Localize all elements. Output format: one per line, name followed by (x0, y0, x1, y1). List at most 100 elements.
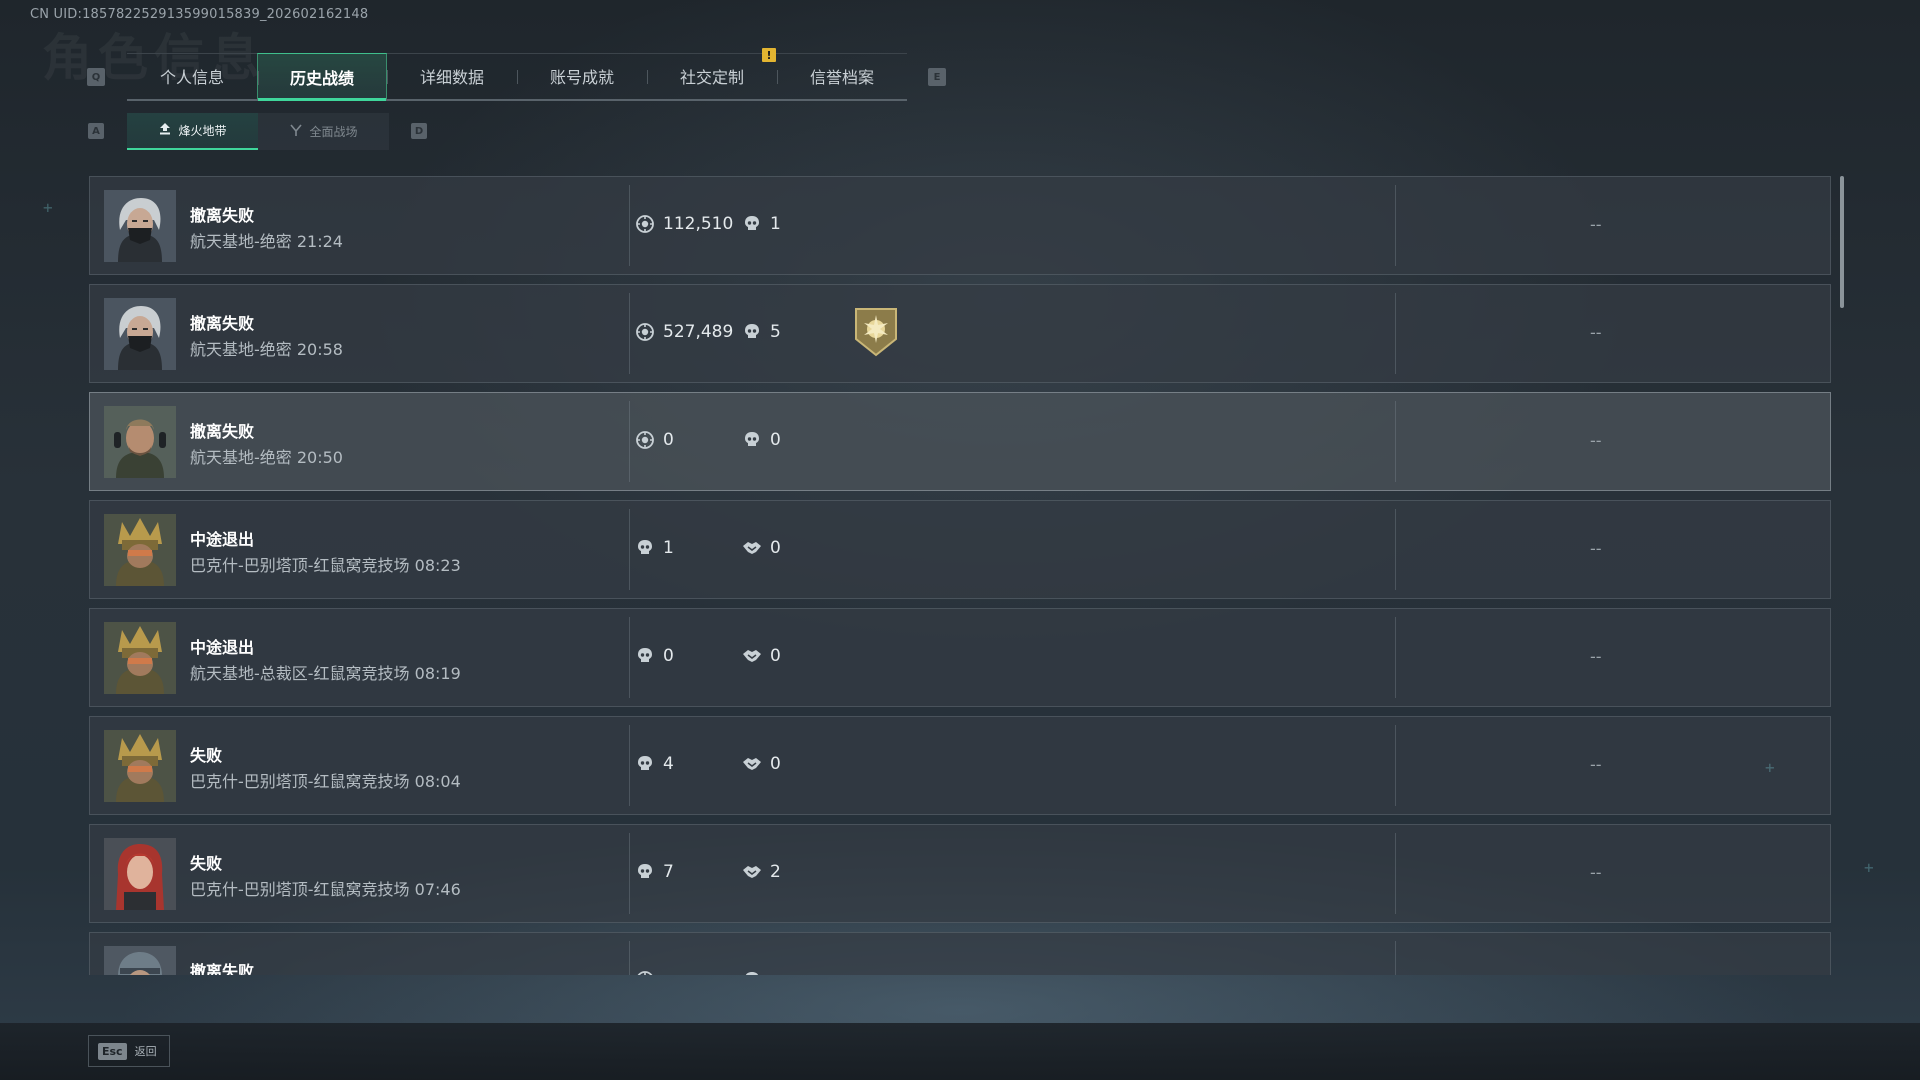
row-divider (1395, 833, 1396, 914)
operator-avatar (104, 730, 176, 802)
achievement-emblem-icon (852, 305, 900, 359)
match-extra-value: -- (1590, 215, 1602, 234)
prev-tab-key-hint[interactable]: Q (87, 68, 105, 86)
handshake-icon (742, 862, 762, 882)
tab-reputation[interactable]: 信誉档案 (777, 53, 907, 99)
row-divider (629, 509, 630, 590)
tab-achievements[interactable]: 账号成就 (517, 53, 647, 99)
stat-secondary: 0 (742, 646, 781, 666)
match-row[interactable]: 失败 巴克什-巴别塔顶-红鼠窝竞技场 08:04 4 0 -- (89, 716, 1831, 815)
stat-secondary (742, 970, 770, 975)
skull-icon (742, 430, 762, 450)
stat-primary: 0 (635, 430, 674, 450)
back-label: 返回 (134, 1045, 157, 1058)
tab-match-history[interactable]: 历史战绩 (257, 53, 387, 101)
prev-subtab-key-hint[interactable]: A (88, 123, 104, 139)
match-map-time: 航天基地-绝密 21:24 (190, 232, 343, 251)
operator-avatar (104, 298, 176, 370)
match-extra-value: -- (1590, 539, 1602, 558)
row-divider (1395, 185, 1396, 266)
match-row[interactable]: 失败 巴克什-巴别塔顶-红鼠窝竞技场 07:46 7 2 -- (89, 824, 1831, 923)
match-extra-value: -- (1590, 431, 1602, 450)
match-history-list[interactable]: 撤离失败 航天基地-绝密 21:24 112,510 1 -- 撤离失败 航天基地-绝密 2… (89, 176, 1831, 975)
skull-icon (742, 214, 762, 234)
match-result: 撤离失败 (190, 422, 255, 441)
list-scrollbar[interactable] (1840, 176, 1844, 308)
match-result: 中途退出 (190, 638, 255, 657)
stat-primary: 112,510 (635, 214, 733, 234)
match-map-time: 巴克什-巴别塔顶-红鼠窝竞技场 08:04 (190, 772, 461, 791)
handshake-icon (742, 646, 762, 666)
match-extra-value: -- (1590, 647, 1602, 666)
decor-crosshair-icon: + (1765, 758, 1775, 777)
stat-primary: 0 (635, 646, 674, 666)
match-result: 撤离失败 (190, 962, 255, 975)
match-row[interactable]: 中途退出航天基地-总裁区-红鼠窝竞技场 08:19 0 0 -- (89, 608, 1831, 707)
match-map-time: 巴克什-巴别塔顶-红鼠窝竞技场 07:46 (190, 880, 461, 899)
extraction-icon (158, 122, 172, 139)
stat-secondary: 2 (742, 862, 781, 882)
main-tab-bar: 个人信息 历史战绩 详细数据 账号成就 社交定制 信誉档案 (127, 53, 907, 101)
match-map-time: 航天基地-绝密 20:58 (190, 340, 343, 359)
stat-primary (635, 970, 663, 975)
handshake-icon (742, 754, 762, 774)
sub-tab-bar: 烽火地带 全面战场 (127, 113, 389, 150)
skull-icon (635, 538, 655, 558)
tab-social[interactable]: 社交定制 (647, 53, 777, 99)
stat-secondary-value: 5 (770, 322, 781, 342)
stat-secondary-value: 0 (770, 430, 781, 450)
match-map-time: 航天基地-总裁区-红鼠窝竞技场 08:19 (190, 664, 461, 683)
esc-key-label: Esc (98, 1042, 127, 1060)
stat-secondary-value: 1 (770, 214, 781, 234)
row-divider (1395, 941, 1396, 975)
subtab-warfare-label: 全面战场 (309, 125, 358, 139)
row-divider (629, 185, 630, 266)
match-extra-value: -- (1590, 863, 1602, 882)
coin-icon (635, 214, 655, 234)
subtab-extraction[interactable]: 烽火地带 (127, 113, 258, 150)
skull-icon (635, 754, 655, 774)
skull-icon (742, 970, 762, 975)
decor-crosshair-icon: + (43, 198, 53, 217)
stat-primary: 1 (635, 538, 674, 558)
handshake-icon (742, 538, 762, 558)
match-result: 中途退出 (190, 530, 255, 549)
stat-secondary: 0 (742, 430, 781, 450)
skull-icon (635, 646, 655, 666)
row-divider (1395, 725, 1396, 806)
tab-personal-info[interactable]: 个人信息 (127, 53, 257, 99)
match-row[interactable]: 撤离失败 航天基地-绝密 20:58 527,489 5 -- (89, 284, 1831, 383)
subtab-warfare[interactable]: 全面战场 (258, 113, 389, 150)
stat-secondary-value: 0 (770, 538, 781, 558)
row-divider (629, 401, 630, 482)
coin-icon (635, 970, 655, 975)
stat-primary-value: 112,510 (663, 214, 734, 234)
next-tab-key-hint[interactable]: E (928, 68, 946, 86)
coin-icon (635, 430, 655, 450)
operator-avatar (104, 838, 176, 910)
match-map-time: 巴克什-巴别塔顶-红鼠窝竞技场 08:23 (190, 556, 461, 575)
match-row[interactable]: 撤离失败航天基地-绝密 21:24 112,510 1 -- (89, 176, 1831, 275)
stat-primary: 7 (635, 862, 674, 882)
stat-primary-value: 0 (663, 646, 674, 666)
stat-primary-value: 7 (663, 862, 674, 882)
back-button[interactable]: Esc 返回 (88, 1035, 170, 1067)
operator-avatar (104, 622, 176, 694)
stat-primary: 4 (635, 754, 674, 774)
operator-avatar (104, 514, 176, 586)
stat-primary-value: 1 (663, 538, 674, 558)
row-divider (1395, 293, 1396, 374)
stat-primary: 527,489 (635, 322, 733, 342)
match-result: 失败 (190, 746, 223, 765)
row-divider (629, 617, 630, 698)
stat-secondary: 0 (742, 538, 781, 558)
row-divider (629, 293, 630, 374)
next-subtab-key-hint[interactable]: D (411, 123, 427, 139)
row-divider (629, 725, 630, 806)
tab-detailed-data[interactable]: 详细数据 (387, 53, 517, 99)
row-divider (629, 833, 630, 914)
match-result: 撤离失败 (190, 206, 255, 225)
match-row[interactable]: 撤离失败 航天基地-绝密 20:50 0 0 -- (89, 392, 1831, 491)
match-row[interactable]: 中途退出巴克什-巴别塔顶-红鼠窝竞技场 08:23 1 0 -- (89, 500, 1831, 599)
match-row[interactable]: 撤离失败 (89, 932, 1831, 975)
